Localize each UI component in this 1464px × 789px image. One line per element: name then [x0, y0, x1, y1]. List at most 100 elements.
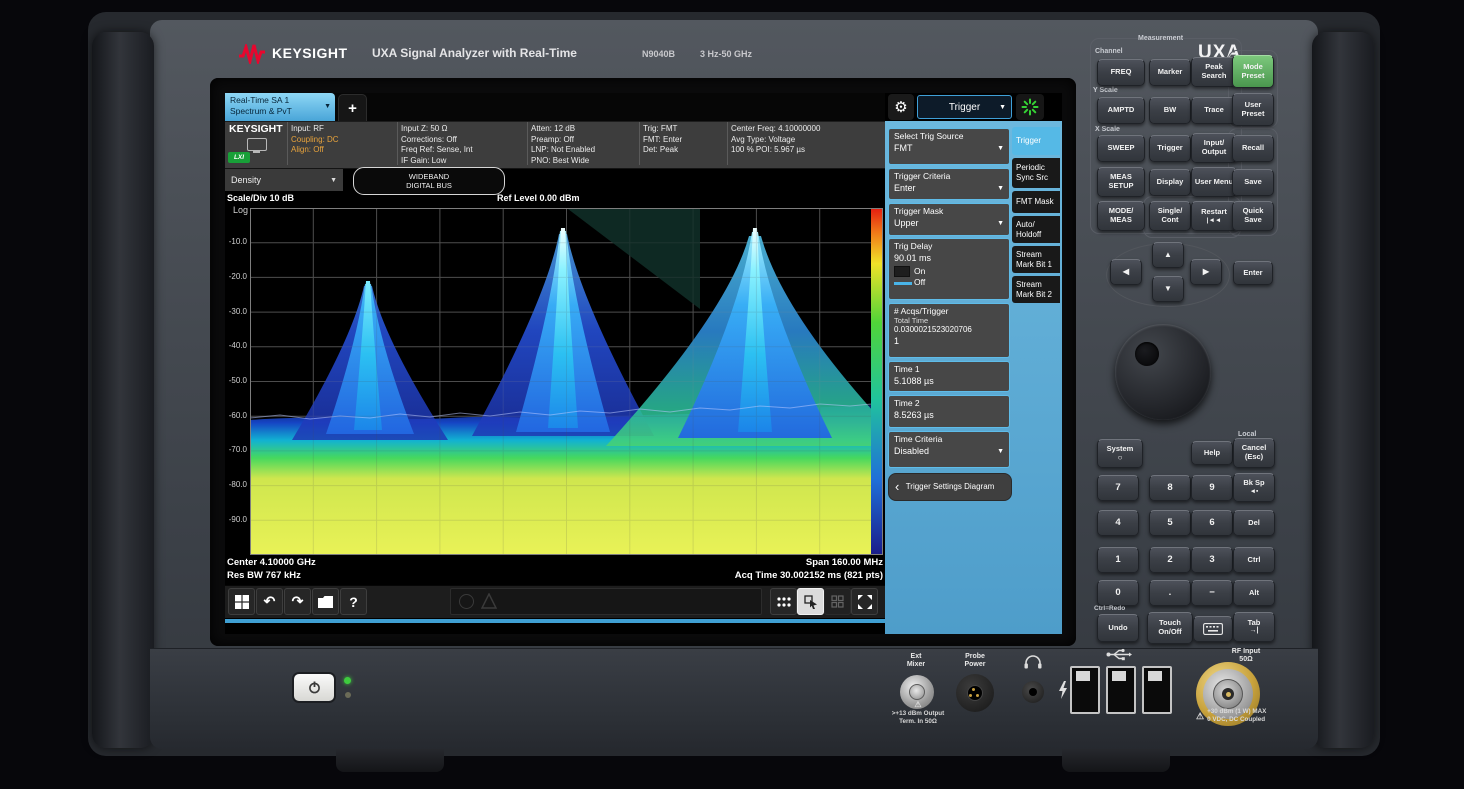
- key-cancel-esc[interactable]: Cancel (Esc): [1233, 438, 1275, 468]
- settings-col-atten[interactable]: Atten: 12 dB Preamp: Off LNP: Not Enable…: [531, 124, 637, 166]
- headphone-jack[interactable]: [1022, 681, 1044, 703]
- key-peak-search[interactable]: Peak Search: [1191, 57, 1237, 87]
- triangle-tool-icon[interactable]: [481, 593, 497, 609]
- key-undo[interactable]: Undo: [1097, 614, 1139, 642]
- key-2[interactable]: 2: [1149, 547, 1191, 573]
- usb-port-3[interactable]: [1142, 666, 1172, 714]
- key-touch-on-off[interactable]: Touch On/Off: [1147, 612, 1193, 644]
- power-button[interactable]: [292, 672, 336, 703]
- key-bw[interactable]: BW: [1149, 97, 1191, 124]
- key-arrow-left[interactable]: ◀: [1110, 259, 1142, 285]
- rotary-knob[interactable]: [1115, 324, 1211, 420]
- help-icon[interactable]: ?: [340, 588, 367, 615]
- key-ctrl[interactable]: Ctrl: [1233, 547, 1275, 573]
- folder-icon[interactable]: [312, 588, 339, 615]
- monitor-icon[interactable]: [247, 138, 267, 151]
- toggle-knob[interactable]: [894, 266, 910, 277]
- key-quick-save[interactable]: Quick Save: [1232, 201, 1274, 231]
- key-0[interactable]: 0: [1097, 580, 1139, 606]
- toggle-on-row[interactable]: On: [894, 266, 1004, 277]
- menu-title-dropdown[interactable]: Trigger ▼: [917, 95, 1012, 119]
- windows-start-icon[interactable]: [228, 588, 255, 615]
- key-del[interactable]: Del: [1233, 510, 1275, 536]
- undo-icon[interactable]: ↶: [256, 588, 283, 615]
- subtab-fmt-mask[interactable]: FMT Mask: [1012, 191, 1060, 213]
- toggle-track[interactable]: [894, 282, 912, 285]
- subtab-stream-mark-2[interactable]: Stream Mark Bit 2: [1012, 276, 1060, 303]
- subtab-auto-holdoff[interactable]: Auto/ Holdoff: [1012, 216, 1060, 243]
- trig-source-control[interactable]: Select Trig Source FMT ▼: [888, 128, 1010, 165]
- usb-port-2[interactable]: [1106, 666, 1136, 714]
- key-display[interactable]: Display: [1149, 169, 1191, 196]
- settings-col-freq[interactable]: Center Freq: 4.10000000 Avg Type: Voltag…: [731, 124, 883, 156]
- annotation-toolbar[interactable]: [450, 588, 762, 615]
- window-grid-icon[interactable]: [824, 588, 851, 615]
- trigger-mask-control[interactable]: Trigger Mask Upper ▼: [888, 203, 1010, 236]
- key-system[interactable]: System ○: [1097, 439, 1143, 468]
- key-restart[interactable]: Restart |◄◄: [1191, 201, 1237, 231]
- key-4[interactable]: 4: [1097, 510, 1139, 536]
- key-help[interactable]: Help: [1191, 441, 1233, 465]
- apps-grid-icon[interactable]: [770, 588, 797, 615]
- key-sweep[interactable]: SWEEP: [1097, 135, 1145, 162]
- subtab-stream-mark-1[interactable]: Stream Mark Bit 1: [1012, 246, 1060, 273]
- key-trigger[interactable]: Trigger: [1149, 135, 1191, 162]
- subtab-trigger[interactable]: Trigger: [1012, 127, 1060, 155]
- settings-col-trig[interactable]: Trig: FMT FMT: Enter Det: Peak: [643, 124, 725, 156]
- tab-realtime-sa1[interactable]: Real-Time SA 1 Spectrum & PvT ▼: [225, 93, 335, 121]
- settings-col-z[interactable]: Input Z: 50 Ω Corrections: Off Freq Ref:…: [401, 124, 525, 166]
- trace-mode-dropdown[interactable]: Density ▼: [225, 169, 343, 191]
- acqs-per-trigger-control[interactable]: # Acqs/Trigger Total Time 0.030002152302…: [888, 303, 1010, 358]
- key-single-cont[interactable]: Single/ Cont: [1149, 201, 1191, 231]
- wideband-digital-bus-button[interactable]: WIDEBAND DIGITAL BUS: [353, 167, 505, 195]
- trigger-settings-diagram-button[interactable]: ‹ Trigger Settings Diagram: [888, 473, 1012, 501]
- activity-spinner-icon[interactable]: [1016, 94, 1044, 120]
- key-onscreen-keyboard[interactable]: [1193, 616, 1233, 642]
- time-criteria-control[interactable]: Time Criteria Disabled ▼: [888, 431, 1010, 468]
- subtab-periodic-sync[interactable]: Periodic Sync Src: [1012, 158, 1060, 188]
- redo-icon[interactable]: ↷: [284, 588, 311, 615]
- key-decimal[interactable]: .: [1149, 580, 1191, 606]
- key-user-menu[interactable]: User Menu: [1191, 167, 1237, 197]
- key-arrow-down[interactable]: ▼: [1152, 276, 1184, 302]
- power-icon: [308, 681, 321, 694]
- key-arrow-right[interactable]: ▶: [1190, 259, 1222, 285]
- time1-control[interactable]: Time 1 5.1088 µs: [888, 361, 1010, 392]
- add-tab-button[interactable]: +: [338, 94, 367, 122]
- key-trace[interactable]: Trace: [1191, 97, 1237, 124]
- key-recall[interactable]: Recall: [1232, 135, 1274, 162]
- touch-pointer-icon[interactable]: [797, 588, 824, 615]
- key-alt[interactable]: Alt: [1233, 580, 1275, 606]
- key-mode-meas[interactable]: MODE/ MEAS: [1097, 201, 1145, 231]
- toggle-off-row[interactable]: Off: [894, 277, 1004, 288]
- key-9[interactable]: 9: [1191, 475, 1233, 501]
- key-freq[interactable]: FREQ: [1097, 59, 1145, 86]
- trigger-criteria-control[interactable]: Trigger Criteria Enter ▼: [888, 168, 1010, 200]
- key-save[interactable]: Save: [1232, 169, 1274, 196]
- key-backspace[interactable]: Bk Sp ◄▪: [1233, 473, 1275, 502]
- key-user-preset[interactable]: User Preset: [1232, 93, 1274, 126]
- key-1[interactable]: 1: [1097, 547, 1139, 573]
- fullscreen-icon[interactable]: [851, 588, 878, 615]
- key-3[interactable]: 3: [1191, 547, 1233, 573]
- key-6[interactable]: 6: [1191, 510, 1233, 536]
- key-tab[interactable]: Tab →|: [1233, 612, 1275, 642]
- circle-tool-icon[interactable]: [459, 594, 474, 609]
- key-7[interactable]: 7: [1097, 475, 1139, 501]
- probe-power-connector[interactable]: [956, 674, 994, 712]
- key-enter[interactable]: Enter: [1233, 261, 1273, 285]
- key-meas-setup[interactable]: MEAS SETUP: [1097, 167, 1145, 197]
- key-input-output[interactable]: Input/ Output: [1191, 133, 1237, 163]
- key-marker[interactable]: Marker: [1149, 59, 1191, 86]
- key-mode-preset[interactable]: Mode Preset: [1232, 55, 1274, 88]
- key-minus[interactable]: −: [1191, 580, 1233, 606]
- key-arrow-up[interactable]: ▲: [1152, 242, 1184, 268]
- key-5[interactable]: 5: [1149, 510, 1191, 536]
- settings-col-input[interactable]: Input: RF Coupling: DC Align: Off: [291, 124, 395, 156]
- key-8[interactable]: 8: [1149, 475, 1191, 501]
- time2-control[interactable]: Time 2 8.5263 µs: [888, 395, 1010, 428]
- trig-delay-control[interactable]: Trig Delay 90.01 ms On Off: [888, 238, 1010, 300]
- gear-icon[interactable]: ⚙: [888, 94, 914, 120]
- key-amptd[interactable]: AMPTD: [1097, 97, 1145, 124]
- usb-port-1[interactable]: [1070, 666, 1100, 714]
